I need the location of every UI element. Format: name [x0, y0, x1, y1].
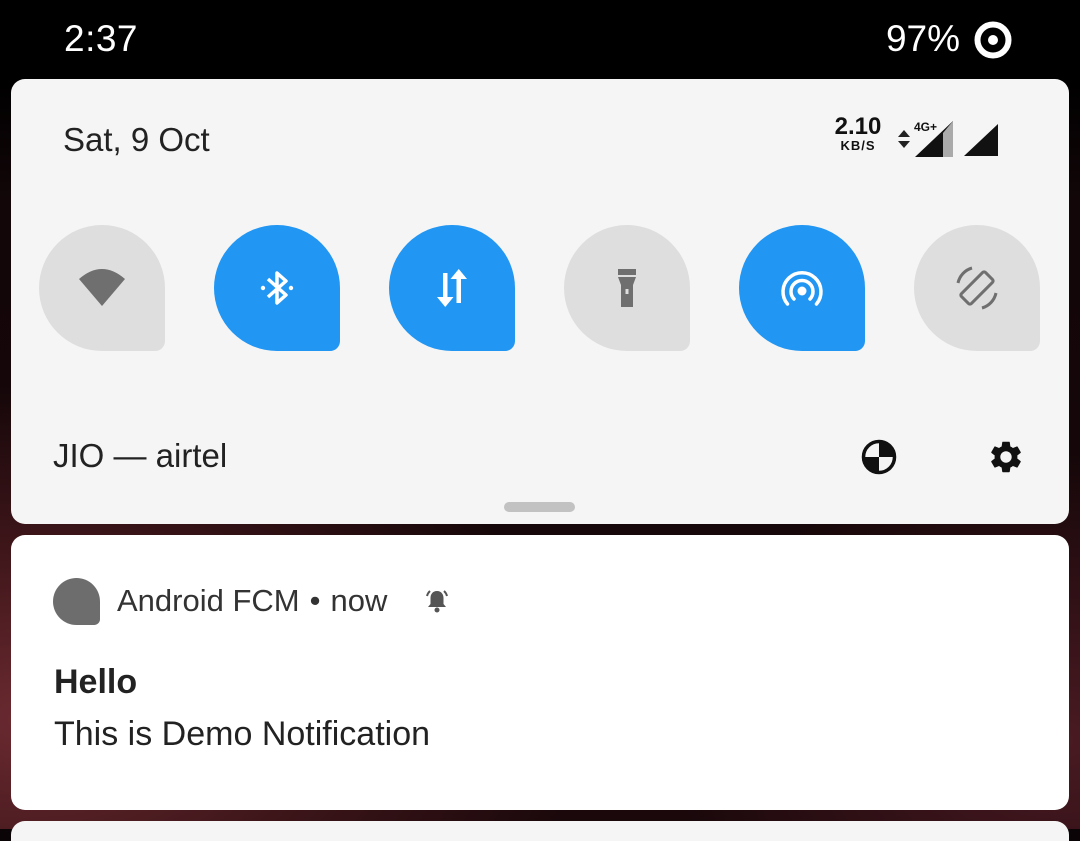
signal-strength-icon [964, 124, 998, 156]
data-saver-icon[interactable] [860, 438, 898, 476]
notification-text: This is Demo Notification [54, 715, 431, 753]
alert-bell-icon [426, 590, 448, 613]
hotspot-icon [781, 270, 823, 306]
settings-gear-icon[interactable] [987, 438, 1025, 476]
bluetooth-tile[interactable] [214, 225, 340, 351]
auto-rotate-tile[interactable] [914, 225, 1040, 351]
data-activity-icon [898, 130, 910, 148]
mobile-data-tile[interactable] [389, 225, 515, 351]
battery-ring-icon [974, 21, 1012, 59]
flashlight-icon [618, 269, 636, 307]
app-icon [53, 578, 100, 625]
auto-rotate-icon [956, 266, 998, 310]
bluetooth-icon [260, 271, 294, 305]
notification-title: Hello [54, 663, 138, 701]
hotspot-tile[interactable] [739, 225, 865, 351]
notification-header: Android FCM • now [117, 583, 387, 619]
panel-drag-handle[interactable] [504, 502, 575, 512]
notification-app-name: Android FCM [117, 583, 300, 618]
flashlight-tile[interactable] [564, 225, 690, 351]
notification-time: now [330, 583, 388, 618]
network-speed: 2.10 KB/S [829, 115, 887, 153]
status-bar: 2:37 97% [0, 0, 1080, 80]
status-time: 2:37 [64, 18, 139, 59]
network-speed-value: 2.10 [834, 113, 882, 140]
qs-date[interactable]: Sat, 9 Oct [63, 121, 210, 159]
battery-percentage: 97% [885, 18, 960, 59]
mobile-data-icon [437, 269, 467, 307]
quick-settings-panel: Sat, 9 Oct 2.10 KB/S 4G+ JIO — airtel [11, 79, 1069, 524]
header-separator: • [309, 583, 321, 618]
notification-card[interactable]: Android FCM • now Hello This is Demo Notif… [11, 535, 1069, 810]
wifi-icon [79, 269, 125, 306]
carrier-label: JIO — airtel [53, 437, 228, 474]
network-type-label: 4G+ [914, 120, 937, 134]
next-notification-card[interactable] [11, 821, 1069, 841]
signal-4g-icon: 4G+ [914, 120, 953, 157]
network-speed-unit: KB/S [840, 138, 876, 153]
wifi-tile[interactable] [39, 225, 165, 351]
